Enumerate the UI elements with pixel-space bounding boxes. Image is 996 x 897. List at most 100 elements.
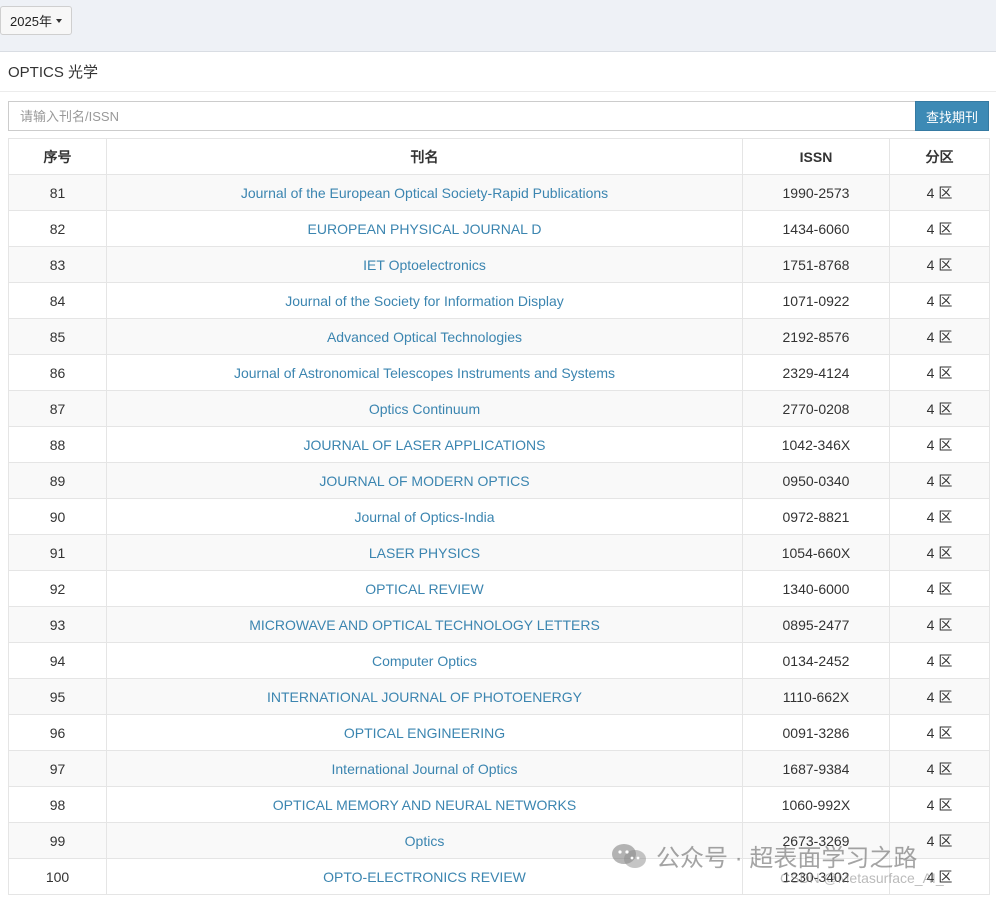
table-row: 85 Advanced Optical Technologies 2192-85… xyxy=(8,318,990,355)
table-row: 93 MICROWAVE AND OPTICAL TECHNOLOGY LETT… xyxy=(8,606,990,643)
journal-link[interactable]: Optics Continuum xyxy=(369,401,480,417)
table-row: 99 Optics 2673-3269 4 区 xyxy=(8,822,990,859)
table-row: 87 Optics Continuum 2770-0208 4 区 xyxy=(8,390,990,427)
row-name-cell: Optics xyxy=(106,822,743,859)
row-zone: 4 区 xyxy=(889,570,990,607)
journal-link[interactable]: MICROWAVE AND OPTICAL TECHNOLOGY LETTERS xyxy=(249,617,600,633)
row-issn: 0091-3286 xyxy=(742,714,890,751)
page-title: OPTICS 光学 xyxy=(8,64,99,81)
row-name-cell: Journal of the European Optical Society-… xyxy=(106,174,743,211)
row-name-cell: JOURNAL OF LASER APPLICATIONS xyxy=(106,426,743,463)
journal-link[interactable]: Journal of the Society for Information D… xyxy=(285,293,564,309)
row-name-cell: International Journal of Optics xyxy=(106,750,743,787)
row-name-cell: Journal of the Society for Information D… xyxy=(106,282,743,319)
row-zone: 4 区 xyxy=(889,318,990,355)
row-index: 86 xyxy=(8,354,107,391)
search-input[interactable] xyxy=(8,101,916,131)
row-zone: 4 区 xyxy=(889,822,990,859)
journal-link[interactable]: International Journal of Optics xyxy=(332,761,518,777)
journal-link[interactable]: OPTO-ELECTRONICS REVIEW xyxy=(323,869,526,885)
row-zone: 4 区 xyxy=(889,534,990,571)
row-issn: 0972-8821 xyxy=(742,498,890,535)
row-index: 92 xyxy=(8,570,107,607)
row-index: 94 xyxy=(8,642,107,679)
row-index: 97 xyxy=(8,750,107,787)
row-index: 82 xyxy=(8,210,107,247)
row-name-cell: Computer Optics xyxy=(106,642,743,679)
journal-link[interactable]: Journal of the European Optical Society-… xyxy=(241,185,608,201)
table-row: 89 JOURNAL OF MODERN OPTICS 0950-0340 4 … xyxy=(8,462,990,499)
journal-link[interactable]: OPTICAL ENGINEERING xyxy=(344,725,505,741)
row-name-cell: OPTICAL ENGINEERING xyxy=(106,714,743,751)
row-issn: 2329-4124 xyxy=(742,354,890,391)
row-issn: 0134-2452 xyxy=(742,642,890,679)
row-zone: 4 区 xyxy=(889,282,990,319)
row-issn: 2770-0208 xyxy=(742,390,890,427)
row-index: 95 xyxy=(8,678,107,715)
row-zone: 4 区 xyxy=(889,210,990,247)
journal-link[interactable]: IET Optoelectronics xyxy=(363,257,486,273)
journal-link[interactable]: OPTICAL REVIEW xyxy=(365,581,484,597)
column-header-name: 刊名 xyxy=(106,138,743,175)
row-zone: 4 区 xyxy=(889,606,990,643)
row-index: 81 xyxy=(8,174,107,211)
journal-link[interactable]: JOURNAL OF MODERN OPTICS xyxy=(319,473,529,489)
row-name-cell: Advanced Optical Technologies xyxy=(106,318,743,355)
row-zone: 4 区 xyxy=(889,714,990,751)
row-issn: 1230-3402 xyxy=(742,858,890,895)
journal-link[interactable]: Advanced Optical Technologies xyxy=(327,329,522,345)
journal-link[interactable]: LASER PHYSICS xyxy=(369,545,480,561)
row-issn: 1990-2573 xyxy=(742,174,890,211)
column-header-zone: 分区 xyxy=(889,138,990,175)
year-dropdown-label: 2025年 xyxy=(10,14,52,29)
row-zone: 4 区 xyxy=(889,174,990,211)
journal-link[interactable]: JOURNAL OF LASER APPLICATIONS xyxy=(304,437,546,453)
row-issn: 1434-6060 xyxy=(742,210,890,247)
year-dropdown-button[interactable]: 2025年 xyxy=(0,6,72,35)
row-issn: 0895-2477 xyxy=(742,606,890,643)
row-index: 90 xyxy=(8,498,107,535)
row-name-cell: OPTICAL REVIEW xyxy=(106,570,743,607)
row-index: 99 xyxy=(8,822,107,859)
table-row: 81 Journal of the European Optical Socie… xyxy=(8,174,990,211)
row-issn: 2673-3269 xyxy=(742,822,890,859)
table-row: 88 JOURNAL OF LASER APPLICATIONS 1042-34… xyxy=(8,426,990,463)
row-index: 84 xyxy=(8,282,107,319)
table-row: 83 IET Optoelectronics 1751-8768 4 区 xyxy=(8,246,990,283)
row-index: 89 xyxy=(8,462,107,499)
row-index: 91 xyxy=(8,534,107,571)
column-header-index: 序号 xyxy=(8,138,107,175)
search-journal-button[interactable]: 查找期刊 xyxy=(915,101,989,131)
journal-link[interactable]: Journal of Optics-India xyxy=(354,509,494,525)
table-row: 91 LASER PHYSICS 1054-660X 4 区 xyxy=(8,534,990,571)
row-index: 88 xyxy=(8,426,107,463)
row-issn: 1687-9384 xyxy=(742,750,890,787)
row-issn: 1071-0922 xyxy=(742,282,890,319)
row-zone: 4 区 xyxy=(889,678,990,715)
row-zone: 4 区 xyxy=(889,462,990,499)
row-name-cell: MICROWAVE AND OPTICAL TECHNOLOGY LETTERS xyxy=(106,606,743,643)
row-issn: 1110-662X xyxy=(742,678,890,715)
title-divider xyxy=(0,91,996,92)
journal-link[interactable]: EUROPEAN PHYSICAL JOURNAL D xyxy=(308,221,542,237)
table-header-row: 序号 刊名 ISSN 分区 xyxy=(8,138,990,175)
table-row: 92 OPTICAL REVIEW 1340-6000 4 区 xyxy=(8,570,990,607)
row-index: 93 xyxy=(8,606,107,643)
row-index: 96 xyxy=(8,714,107,751)
journal-link[interactable]: Journal of Astronomical Telescopes Instr… xyxy=(234,365,615,381)
row-zone: 4 区 xyxy=(889,354,990,391)
row-name-cell: Optics Continuum xyxy=(106,390,743,427)
table-row: 94 Computer Optics 0134-2452 4 区 xyxy=(8,642,990,679)
table-row: 82 EUROPEAN PHYSICAL JOURNAL D 1434-6060… xyxy=(8,210,990,247)
journal-link[interactable]: OPTICAL MEMORY AND NEURAL NETWORKS xyxy=(273,797,576,813)
journal-link[interactable]: Optics xyxy=(405,833,445,849)
journal-link[interactable]: INTERNATIONAL JOURNAL OF PHOTOENERGY xyxy=(267,689,582,705)
row-zone: 4 区 xyxy=(889,498,990,535)
journal-link[interactable]: Computer Optics xyxy=(372,653,477,669)
row-index: 98 xyxy=(8,786,107,823)
row-name-cell: LASER PHYSICS xyxy=(106,534,743,571)
row-issn: 2192-8576 xyxy=(742,318,890,355)
table-row: 97 International Journal of Optics 1687-… xyxy=(8,750,990,787)
row-issn: 1751-8768 xyxy=(742,246,890,283)
caret-down-icon xyxy=(55,19,62,23)
